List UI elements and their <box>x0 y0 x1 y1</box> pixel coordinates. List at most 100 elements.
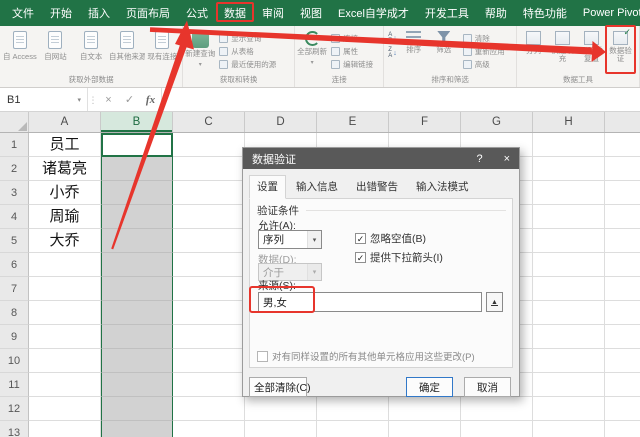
sort-button[interactable]: 排序 <box>399 28 429 74</box>
ribbon-small-button[interactable]: 清除 <box>462 32 505 44</box>
ribbon-small-button[interactable]: 从表格 <box>219 45 276 57</box>
ribbon-tab[interactable]: Excel自学成才 <box>330 0 417 26</box>
cell[interactable] <box>389 397 461 421</box>
cell-col-a[interactable] <box>29 373 101 397</box>
insert-function-button[interactable]: fx <box>140 88 161 111</box>
column-header[interactable]: H <box>533 112 605 132</box>
cell-col-b[interactable] <box>101 373 173 397</box>
cell[interactable] <box>173 181 245 205</box>
formula-cancel-button[interactable]: × <box>98 88 119 111</box>
ribbon-button[interactable]: 数据验证 <box>605 25 636 74</box>
ribbon-small-button[interactable]: 编辑链接 <box>331 58 373 70</box>
ribbon-small-button[interactable]: 重新应用 <box>462 45 505 57</box>
cell[interactable] <box>533 205 605 229</box>
column-header[interactable]: C <box>173 112 245 132</box>
cell[interactable] <box>173 421 245 437</box>
cancel-button[interactable]: 取消 <box>464 377 511 397</box>
row-header[interactable]: 5 <box>0 229 29 253</box>
cell[interactable] <box>173 205 245 229</box>
cell[interactable] <box>605 133 640 157</box>
cell-col-b[interactable] <box>101 301 173 325</box>
column-header[interactable]: B <box>101 112 173 132</box>
dropdown-icon[interactable]: ▾ <box>307 231 321 248</box>
cell-col-b[interactable] <box>101 397 173 421</box>
dialog-tab[interactable]: 出错警告 <box>348 175 406 199</box>
clear-all-button[interactable]: 全部清除(C) <box>249 377 311 397</box>
ribbon-button[interactable]: 自网站 <box>38 28 74 74</box>
cell[interactable] <box>173 373 245 397</box>
cell-col-a[interactable] <box>29 397 101 421</box>
formula-enter-button[interactable]: ✓ <box>119 88 140 111</box>
row-header[interactable]: 13 <box>0 421 29 437</box>
ribbon-small-button[interactable]: 高级 <box>462 58 505 70</box>
cell[interactable] <box>533 349 605 373</box>
cell-col-a[interactable]: 大乔 <box>29 229 101 253</box>
cell[interactable] <box>605 181 640 205</box>
cell-col-a[interactable]: 诸葛亮 <box>29 157 101 181</box>
ribbon-button[interactable]: 自 Access <box>2 28 38 74</box>
ribbon-tab[interactable]: 文件 <box>4 0 42 26</box>
row-header[interactable]: 11 <box>0 373 29 397</box>
cell-col-b[interactable] <box>101 157 173 181</box>
cell[interactable] <box>173 397 245 421</box>
cell[interactable] <box>173 349 245 373</box>
checkbox-checked-icon[interactable]: ✓ <box>355 233 366 244</box>
column-header[interactable]: G <box>461 112 533 132</box>
cell[interactable] <box>173 157 245 181</box>
column-header[interactable]: F <box>389 112 461 132</box>
ribbon-tab[interactable]: 页面布局 <box>118 0 178 26</box>
ribbon-tab[interactable]: Power Pivot <box>575 0 640 26</box>
ribbon-tab[interactable]: 公式 <box>178 0 216 26</box>
ribbon-tab[interactable]: 插入 <box>80 0 118 26</box>
cell-col-b[interactable] <box>101 205 173 229</box>
cell[interactable] <box>533 325 605 349</box>
row-header[interactable]: 12 <box>0 397 29 421</box>
dialog-titlebar[interactable]: 数据验证 ? × <box>243 148 519 169</box>
dialog-help-button[interactable]: ? <box>476 153 482 165</box>
column-header[interactable]: D <box>245 112 317 132</box>
row-header[interactable]: 10 <box>0 349 29 373</box>
cell[interactable] <box>605 397 640 421</box>
cell-col-b[interactable] <box>101 253 173 277</box>
cell[interactable] <box>533 397 605 421</box>
column-header[interactable] <box>605 112 640 132</box>
cell[interactable] <box>245 421 317 437</box>
collapse-dialog-button[interactable]: ▲ <box>486 292 503 312</box>
cell-col-b[interactable] <box>101 229 173 253</box>
ribbon-small-button[interactable]: 显示查询 <box>219 32 276 44</box>
cell[interactable] <box>605 421 640 437</box>
name-box[interactable]: B1 ▾ <box>0 88 88 111</box>
ribbon-button[interactable]: 分列 <box>519 28 548 74</box>
cell[interactable] <box>605 205 640 229</box>
cell[interactable] <box>173 301 245 325</box>
allow-dropdown[interactable]: 序列 ▾ <box>258 230 322 249</box>
row-header[interactable]: 2 <box>0 157 29 181</box>
cell-col-a[interactable] <box>29 301 101 325</box>
cell[interactable] <box>605 253 640 277</box>
cell[interactable] <box>245 397 317 421</box>
cell[interactable] <box>173 253 245 277</box>
ribbon-tab[interactable]: 数据 <box>216 0 254 26</box>
cell[interactable] <box>533 421 605 437</box>
ribbon-tab[interactable]: 开发工具 <box>417 0 477 26</box>
cell[interactable] <box>605 277 640 301</box>
ignore-blank-checkbox[interactable]: ✓ 忽略空值(B) <box>355 231 426 246</box>
row-header[interactable]: 9 <box>0 325 29 349</box>
cell-col-a[interactable]: 小乔 <box>29 181 101 205</box>
cell[interactable] <box>173 325 245 349</box>
cell-col-b[interactable] <box>101 277 173 301</box>
cell[interactable] <box>605 229 640 253</box>
dialog-tab[interactable]: 设置 <box>249 175 286 199</box>
cell-col-b[interactable] <box>101 325 173 349</box>
ribbon-button[interactable]: 现有连接 <box>145 28 181 74</box>
row-header[interactable]: 4 <box>0 205 29 229</box>
cell-col-a[interactable]: 员工 <box>29 133 101 157</box>
cell[interactable] <box>533 133 605 157</box>
cell[interactable] <box>533 301 605 325</box>
ribbon-tab[interactable]: 帮助 <box>477 0 515 26</box>
cell[interactable] <box>533 373 605 397</box>
checkbox-checked-icon[interactable]: ✓ <box>355 252 366 263</box>
cell[interactable] <box>605 349 640 373</box>
ribbon-button[interactable]: 自文本 <box>73 28 109 74</box>
dialog-tab[interactable]: 输入法模式 <box>408 175 477 199</box>
